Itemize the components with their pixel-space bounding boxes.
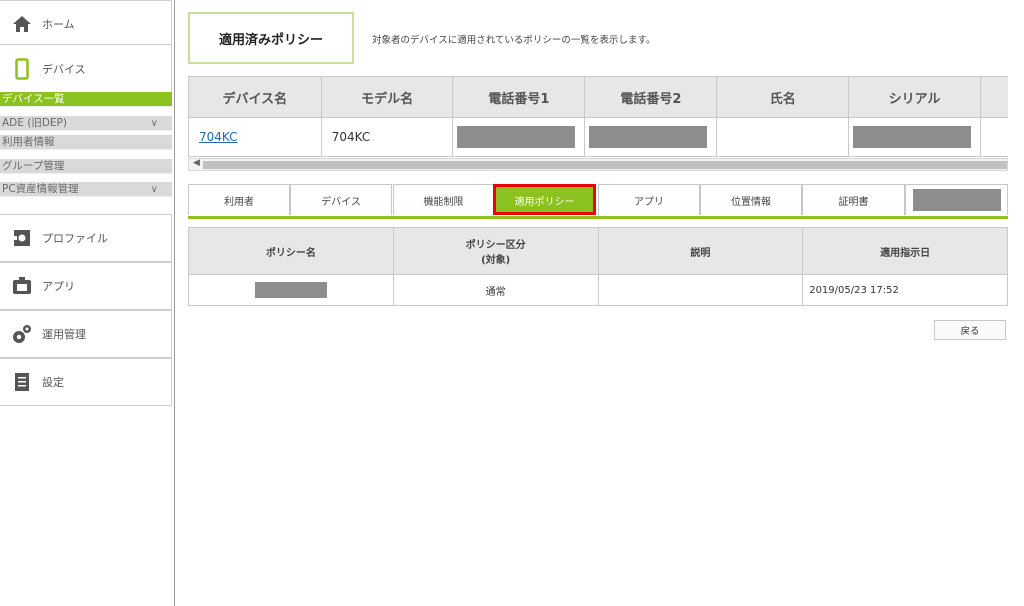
column-header-subline: (対象) [481, 255, 511, 266]
page-title: 適用済みポリシー [188, 12, 354, 64]
phone1-cell [452, 117, 586, 157]
sidebar-item-user-info[interactable]: 利用者情報 [0, 135, 172, 150]
table-row: 通常 2019/05/23 17:52 [188, 274, 1008, 306]
nav-home-label: ホーム [42, 18, 75, 31]
policy-description-cell [597, 274, 804, 306]
name-cell [716, 117, 850, 157]
nav-settings-label: 設定 [42, 376, 64, 389]
column-header: ポリシー名 [188, 227, 394, 275]
device-table-container: デバイス名 モデル名 電話番号1 電話番号2 氏名 シリアル 704KC 704… [188, 76, 1008, 158]
tab-app[interactable]: アプリ [598, 184, 700, 215]
redacted-block [589, 126, 708, 148]
horizontal-scrollbar[interactable]: ◀ [188, 158, 1008, 171]
document-icon [6, 372, 38, 392]
page-description: 対象者のデバイスに適用されているポリシーの一覧を表示します。 [372, 35, 656, 46]
sidebar-item-group[interactable]: グループ管理 [0, 159, 172, 174]
redacted-block [853, 126, 972, 148]
table-header-row: ポリシー名 ポリシー区分 (対象) 説明 適用指示日 [188, 227, 1008, 275]
scroll-left-icon[interactable]: ◀ [193, 158, 200, 168]
home-icon [6, 15, 38, 33]
model-name-cell: 704KC [320, 117, 454, 157]
column-header: デバイス名 [188, 76, 322, 118]
column-header: 電話番号2 [584, 76, 718, 118]
sidebar-item-pc-assets[interactable]: PC資産情報管理 ∨ [0, 182, 172, 197]
nav-operation-label: 運用管理 [42, 328, 86, 341]
column-header: 氏名 [716, 76, 850, 118]
column-header: 電話番号1 [452, 76, 586, 118]
column-header: 説明 [597, 227, 804, 275]
column-header-extra [979, 76, 1008, 118]
tab-redacted[interactable] [905, 184, 1008, 215]
back-button[interactable]: 戻る [934, 320, 1006, 340]
chevron-down-icon: ∨ [150, 184, 158, 195]
policy-date-cell: 2019/05/23 17:52 [802, 274, 1008, 306]
nav-profile-label: プロファイル [42, 232, 108, 245]
nav-device-label: デバイス [42, 62, 86, 76]
policy-table: ポリシー名 ポリシー区分 (対象) 説明 適用指示日 通常 2019/05/23… [188, 227, 1008, 306]
chevron-down-icon: ∨ [150, 118, 158, 129]
column-header: モデル名 [320, 76, 454, 118]
sidebar-item-label: デバイス一覧 [2, 93, 65, 105]
tab-location[interactable]: 位置情報 [700, 184, 802, 215]
nav-operation[interactable]: 運用管理 [0, 310, 172, 358]
redacted-block [254, 282, 327, 298]
sidebar-item-device-list[interactable]: デバイス一覧 [0, 92, 172, 107]
sidebar: ホーム デバイス デバイス一覧 ADE (旧DEP) ∨ 利用者情報 グループ管… [0, 0, 175, 606]
scrollbar-thumb[interactable] [203, 161, 1007, 169]
column-header: シリアル [848, 76, 981, 118]
nav-profile[interactable]: プロファイル [0, 214, 172, 262]
tab-applied-policy[interactable]: 適用ポリシー [493, 184, 596, 215]
device-name-link[interactable]: 704KC [199, 130, 238, 144]
serial-cell [848, 117, 981, 157]
device-table: デバイス名 モデル名 電話番号1 電話番号2 氏名 シリアル 704KC 704… [188, 76, 1008, 157]
redacted-block [912, 189, 1001, 211]
extra-cell [979, 117, 1008, 157]
table-header-row: デバイス名 モデル名 電話番号1 電話番号2 氏名 シリアル [188, 76, 1008, 118]
policy-name-cell [188, 274, 394, 306]
gear-icon [6, 323, 38, 345]
column-header-line: ポリシー区分 [465, 240, 526, 251]
policy-category-cell: 通常 [392, 274, 599, 306]
nav-settings[interactable]: 設定 [0, 358, 172, 406]
table-row: 704KC 704KC [188, 117, 1008, 157]
nav-device[interactable]: デバイス [0, 44, 172, 92]
sidebar-item-label: ADE (旧DEP) [2, 117, 67, 129]
detail-tabs: 利用者 デバイス 機能制限 適用ポリシー アプリ 位置情報 証明書 [188, 184, 1008, 219]
tab-restrictions[interactable]: 機能制限 [393, 184, 494, 215]
tab-device[interactable]: デバイス [290, 184, 392, 215]
tab-user[interactable]: 利用者 [188, 184, 290, 215]
sidebar-item-label: 利用者情報 [2, 136, 55, 148]
sidebar-item-label: グループ管理 [2, 160, 65, 172]
profile-icon [6, 228, 38, 248]
column-header: 適用指示日 [802, 227, 1008, 275]
app-icon [6, 277, 38, 295]
sidebar-item-ade[interactable]: ADE (旧DEP) ∨ [0, 116, 172, 131]
nav-home[interactable]: ホーム [0, 0, 172, 48]
tab-certificate[interactable]: 証明書 [802, 184, 905, 215]
smartphone-icon [6, 57, 38, 80]
sidebar-item-label: PC資産情報管理 [2, 183, 79, 195]
nav-app-label: アプリ [42, 280, 75, 293]
phone2-cell [584, 117, 718, 157]
redacted-block [457, 126, 576, 148]
column-header: ポリシー区分 (対象) [392, 227, 599, 275]
nav-app[interactable]: アプリ [0, 262, 172, 310]
